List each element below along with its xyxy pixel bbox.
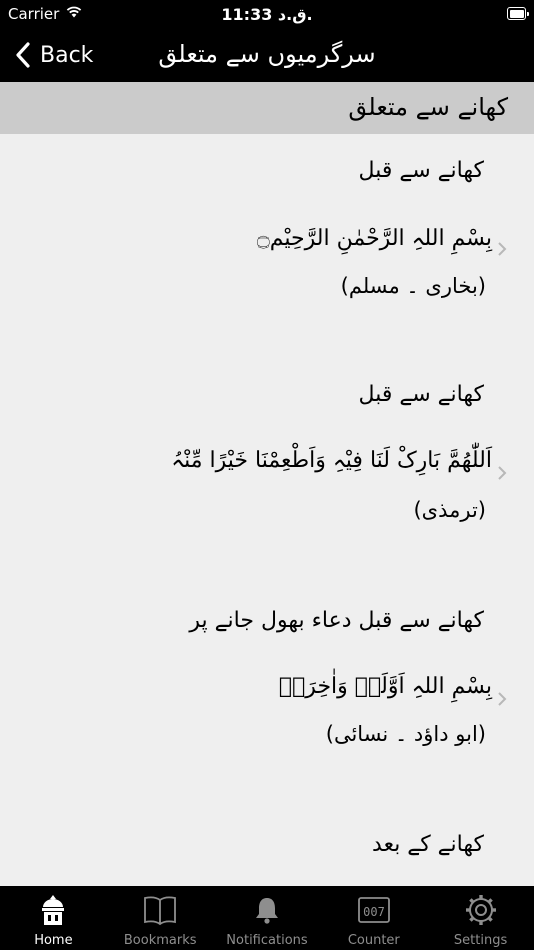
- tab-home[interactable]: Home: [0, 886, 107, 950]
- tab-counter[interactable]: 007 Counter: [320, 886, 427, 950]
- list-item[interactable]: کھانے سے قبل اَللّٰھُمَّ بَارِکْ لَنَا ف…: [0, 362, 534, 590]
- book-icon: [144, 896, 177, 926]
- section-header: کھانے سے متعلق: [0, 82, 534, 134]
- item-dua-text: بِسْمِ اللہِ الرَّحْمٰنِ الرَّحِیْم۝: [256, 226, 492, 251]
- back-button[interactable]: Back: [14, 38, 93, 72]
- dua-list[interactable]: کھانے سے قبل بِسْمِ اللہِ الرَّحْمٰنِ ال…: [0, 134, 534, 886]
- chevron-right-icon: [498, 692, 507, 706]
- list-item[interactable]: کھانے سے قبل دعاء بھول جانے پر بِسْمِ ال…: [0, 590, 534, 818]
- navigation-bar: Back سرگرمیوں سے متعلق: [0, 28, 534, 82]
- item-heading: کھانے کے بعد: [372, 832, 484, 857]
- tab-label: Home: [34, 933, 73, 948]
- list-item[interactable]: کھانے سے قبل بِسْمِ اللہِ الرَّحْمٰنِ ال…: [0, 134, 534, 362]
- tab-notifications[interactable]: Notifications: [214, 886, 321, 950]
- back-label: Back: [40, 42, 94, 68]
- tab-label: Settings: [453, 933, 508, 948]
- page-title: سرگرمیوں سے متعلق: [158, 40, 376, 68]
- item-reference: (بخاری ۔ مسلم): [340, 274, 486, 298]
- tab-bar: Home Bookmarks Notifications 007 Counter: [0, 886, 534, 950]
- clock: 11:33 ق.د.: [221, 5, 313, 24]
- chevron-left-icon: [16, 42, 30, 68]
- item-reference: (ترمذی): [413, 498, 486, 522]
- section-title: کھانے سے متعلق: [348, 93, 508, 121]
- list-item[interactable]: کھانے کے بعد: [0, 818, 534, 886]
- tab-settings[interactable]: Settings: [427, 886, 534, 950]
- tab-bookmarks[interactable]: Bookmarks: [107, 886, 214, 950]
- battery-icon: [507, 7, 529, 20]
- item-heading: کھانے سے قبل: [358, 382, 484, 407]
- gear-icon: [465, 895, 496, 925]
- chevron-right-icon: [498, 242, 507, 256]
- svg-text:007: 007: [363, 905, 385, 919]
- home-icon: [42, 895, 65, 925]
- bell-icon: [255, 898, 278, 924]
- tab-label: Notifications: [226, 933, 308, 948]
- tab-label: Counter: [347, 933, 400, 948]
- counter-icon: 007: [357, 897, 390, 923]
- item-heading: کھانے سے قبل دعاء بھول جانے پر: [189, 608, 484, 633]
- status-bar: Carrier 11:33 ق.د.: [0, 0, 534, 28]
- tab-label: Bookmarks: [123, 933, 197, 948]
- item-dua-text: اَللّٰھُمَّ بَارِکْ لَنَا فِیْہِ وَاَطْع…: [171, 448, 492, 473]
- item-reference: (ابو داؤد ۔ نسائی): [325, 722, 486, 746]
- chevron-right-icon: [498, 466, 507, 480]
- item-heading: کھانے سے قبل: [358, 158, 484, 183]
- item-dua-text: بِسْمِ اللہِ اَوَّلَہٗ وَاٰخِرَہٗ: [278, 674, 492, 699]
